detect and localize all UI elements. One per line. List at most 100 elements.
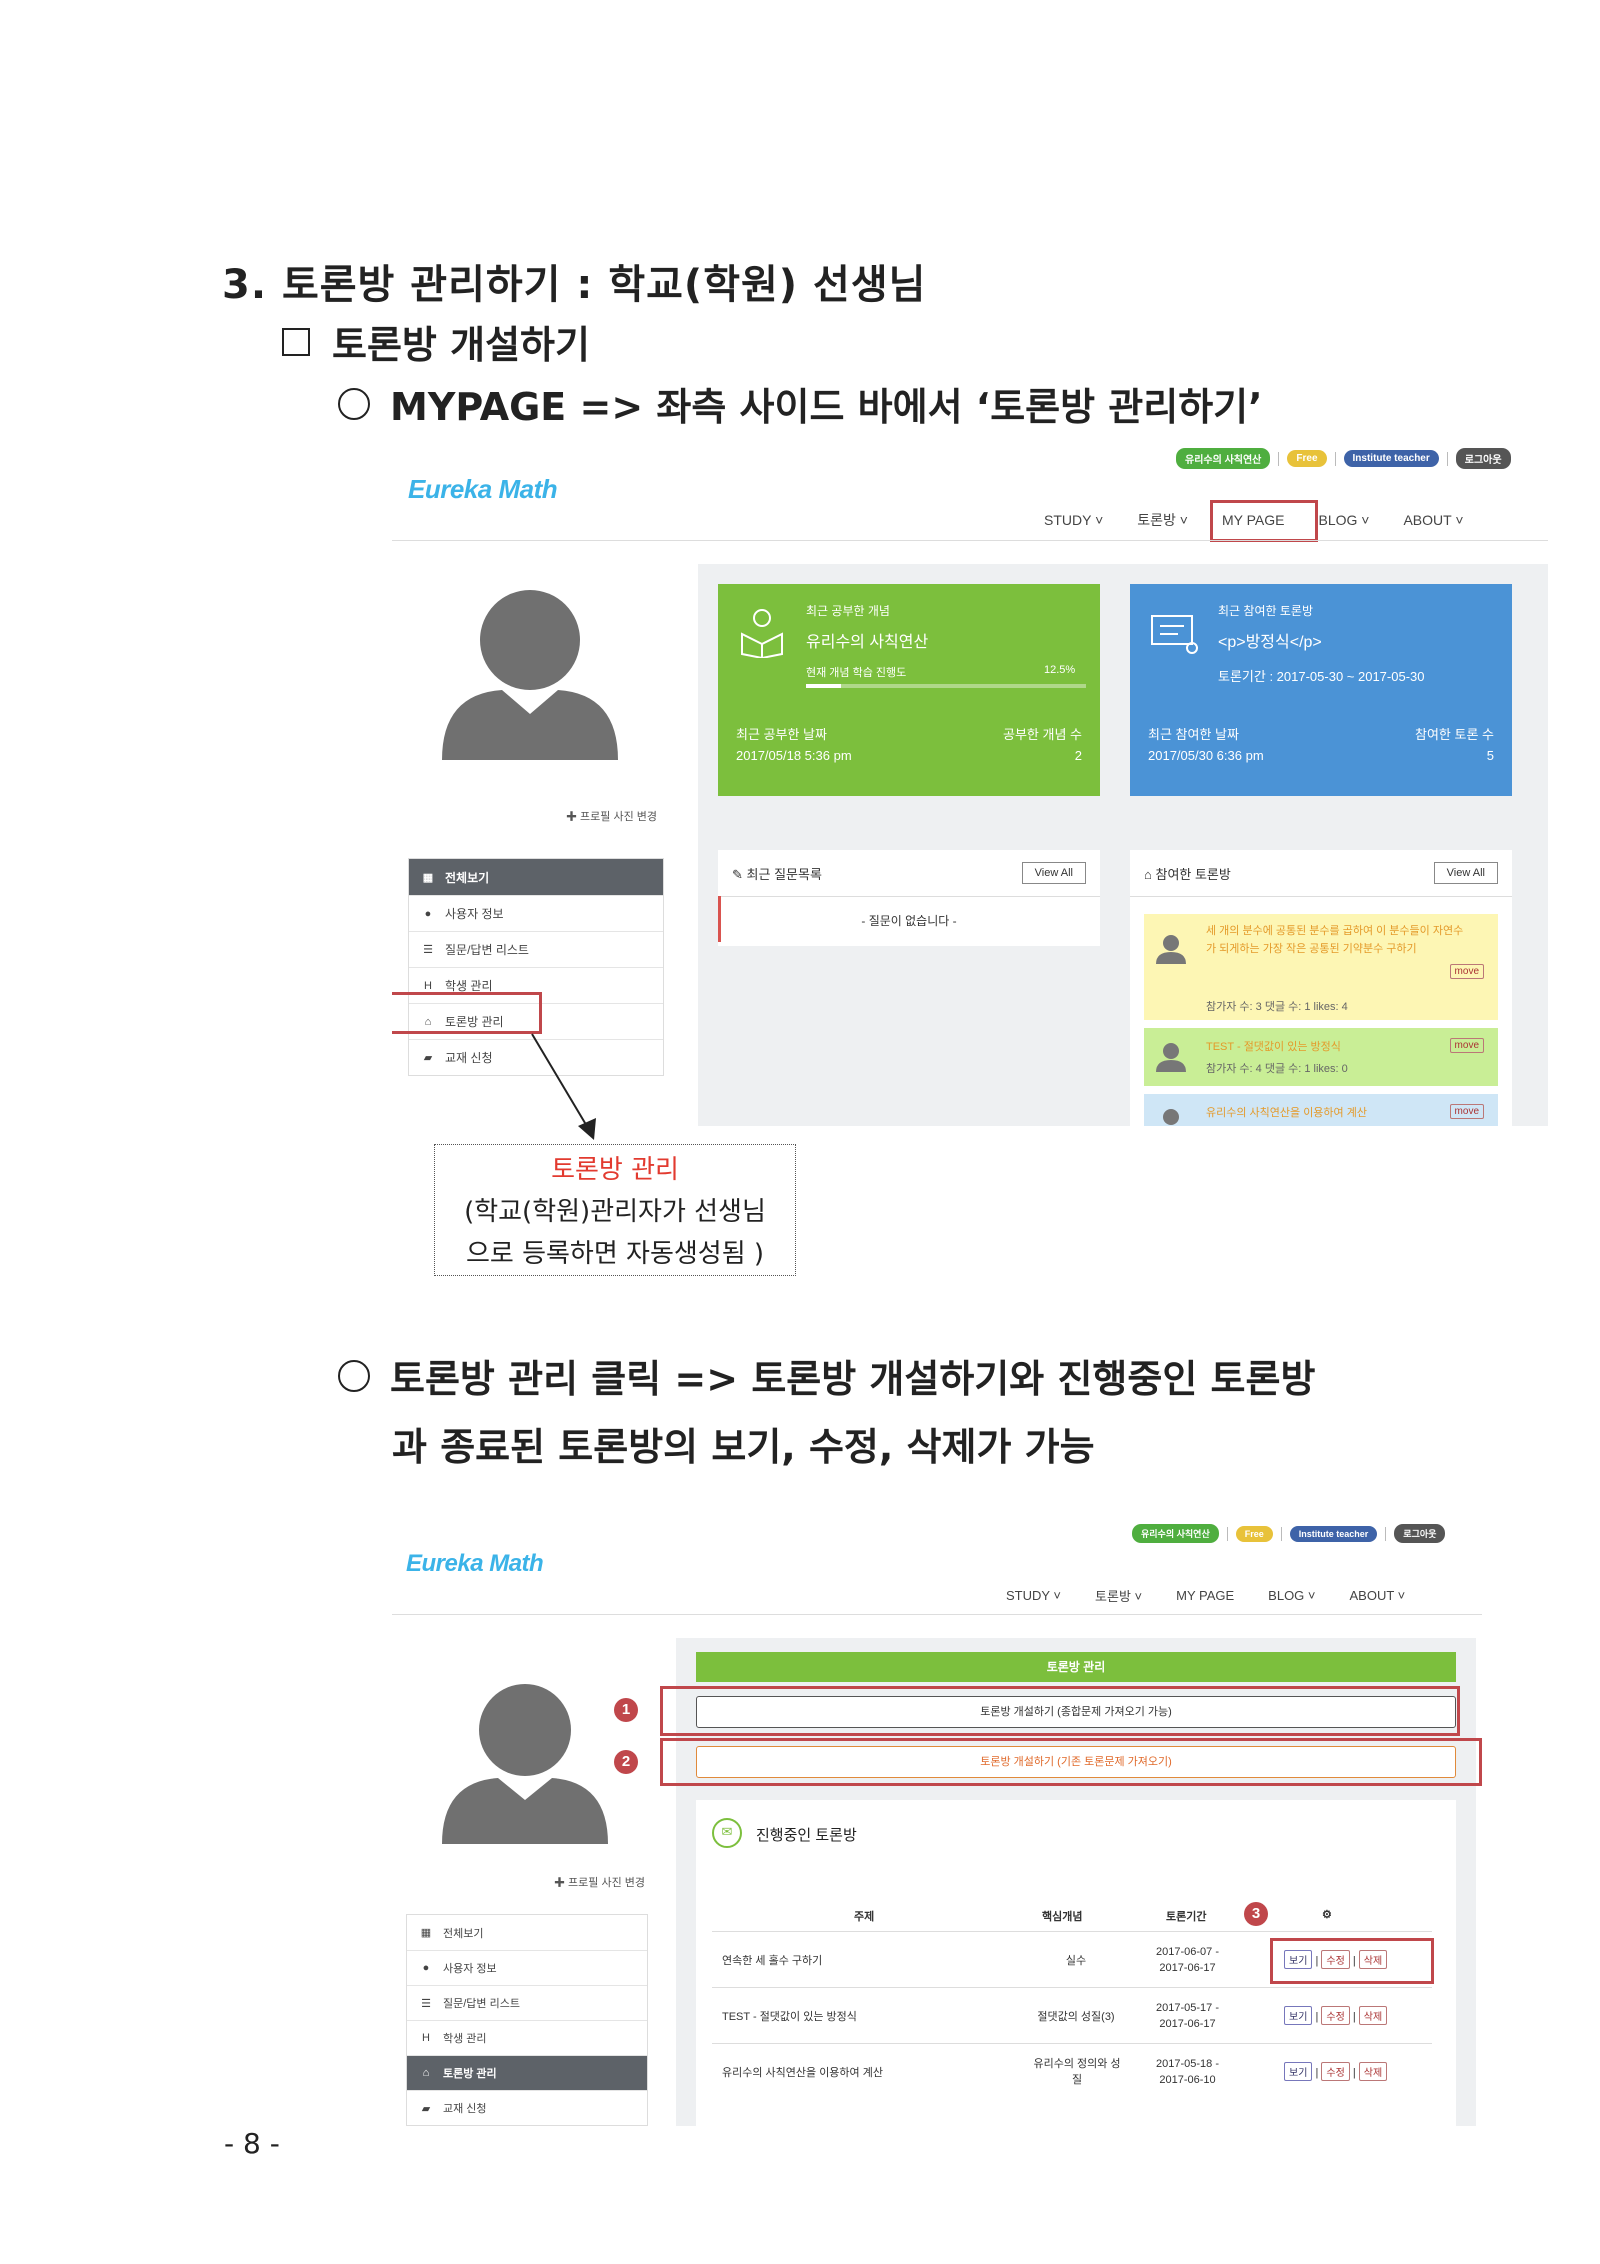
delete-button[interactable]: 삭제 (1358, 2062, 1388, 2081)
concept-pill[interactable]: 유리수의 사칙연산 (1132, 1524, 1219, 1543)
step2-line2: 과 종료된 토론방의 보기, 수정, 삭제가 가능 (392, 1425, 1095, 1469)
grid-icon: ▦ (422, 871, 434, 884)
section-heading: 3. 토론방 관리하기 : 학교(학원) 선생님 (222, 262, 927, 308)
nav-discussion[interactable]: 토론방 ˅ (1137, 510, 1188, 530)
sidebar-item-all[interactable]: ▦ 전체보기 (409, 859, 663, 895)
gear-icon: ⚙ (1322, 1909, 1332, 1921)
sub-heading: 토론방 개설하기 (282, 314, 590, 369)
list-item[interactable]: 세 개의 분수에 공통된 분수를 곱하여 이 분수들이 자연수가 되게하는 가장… (1144, 914, 1498, 1020)
move-button[interactable]: move (1449, 964, 1484, 979)
note-box: 토론방 관리 (학교(학원)관리자가 선생님 으로 등록하면 자동생성됨 ) (434, 1144, 796, 1276)
highlight-mypage (1210, 500, 1318, 542)
note-title: 토론방 관리 (551, 1155, 679, 1185)
move-button[interactable]: move (1449, 1104, 1484, 1119)
screenshot-mypage: Eureka Math 유리수의 사칙연산 Free Institute tea… (392, 440, 1548, 1126)
site-logo[interactable]: Eureka Math (406, 1550, 544, 1578)
nav-about[interactable]: ABOUT ˅ (1350, 1588, 1406, 1603)
nav-study[interactable]: STUDY ˅ (1044, 512, 1103, 528)
highlight-create-2 (660, 1738, 1482, 1786)
progress-fill (806, 684, 841, 688)
bank-icon: ⌂ (422, 2067, 430, 2079)
user-icon (1156, 1043, 1186, 1072)
user-icon: ● (422, 1962, 430, 1974)
marker-3: 3 (1244, 1902, 1268, 1926)
list-item[interactable]: 유리수의 사칙연산을 이용하여 계산 move (1144, 1094, 1498, 1126)
circle-bullet-icon (338, 387, 370, 420)
grid-icon: ▦ (420, 1927, 432, 1939)
move-button[interactable]: move (1449, 1038, 1484, 1053)
user-icon (1163, 1109, 1179, 1125)
nav-blog[interactable]: BLOG ˅ (1319, 512, 1370, 528)
main-nav: STUDY ˅ 토론방 ˅ MY PAGE BLOG ˅ ABOUT ˅ (1006, 1586, 1439, 1605)
nav-study[interactable]: STUDY ˅ (1006, 1588, 1061, 1603)
free-pill: Free (1235, 1525, 1273, 1542)
nav-mypage[interactable]: MY PAGE (1176, 1588, 1234, 1603)
view-button[interactable]: 보기 (1284, 2006, 1313, 2025)
list-icon: ☰ (421, 1997, 431, 2010)
card-recent-discussion[interactable]: 최근 참여한 토론방 <p>방정식</p> 토론기간 : 2017-05-30 … (1130, 584, 1512, 796)
sidebar-item-qna[interactable]: ☰ 질문/답변 리스트 (407, 1985, 647, 2020)
delete-button[interactable]: 삭제 (1358, 2006, 1388, 2025)
chat-icon: ✉ (712, 1818, 742, 1848)
note-line1: (학교(학원)관리자가 선생님 (464, 1197, 766, 1227)
card-recent-concept[interactable]: 최근 공부한 개념 유리수의 사칙연산 현재 개념 학습 진행도 12.5% 최… (718, 584, 1100, 796)
step1-text: MYPAGE => 좌측 사이드 바에서 ‘토론방 관리하기’ (390, 385, 1263, 429)
arrow-pointer (531, 1033, 596, 1140)
nav-blog[interactable]: BLOG ˅ (1268, 1588, 1315, 1603)
nav-discussion[interactable]: 토론방 ˅ (1095, 1586, 1142, 1605)
h-icon: H (422, 2032, 430, 2044)
free-pill: Free (1287, 450, 1327, 467)
sidebar-item-user-info[interactable]: ● 사용자 정보 (409, 895, 663, 931)
sub-heading-text: 토론방 개설하기 (332, 323, 590, 367)
marker-1: 1 (614, 1698, 638, 1722)
table-row[interactable]: 유리수의 사칙연산을 이용하여 계산 유리수의 정의와 성질 2017-05-1… (712, 2044, 1432, 2100)
sidebar-item-qna[interactable]: ☰ 질문/답변 리스트 (409, 931, 663, 967)
step2-heading: 토론방 관리 클릭 => 토론방 개설하기와 진행중인 토론방 (338, 1348, 1315, 1403)
user-icon (1156, 935, 1186, 964)
presentation-icon (1151, 615, 1198, 654)
top-pills: 유리수의 사칙연산 Free Institute teacher 로그아웃 (1176, 448, 1511, 469)
page-number: - 8 - (224, 2127, 280, 2160)
avatar (442, 590, 618, 760)
role-pill: Institute teacher (1289, 1525, 1378, 1542)
ongoing-title: 진행중인 토론방 (756, 1827, 857, 1844)
marker-2: 2 (614, 1750, 638, 1774)
checkbox-square-icon (282, 327, 310, 356)
user-icon: ● (424, 907, 432, 920)
sidebar-menu: ▦ 전체보기 ● 사용자 정보 ☰ 질문/답변 리스트 H 학생 관리 ⌂ 토론방 관리 … (406, 1914, 648, 2126)
sidebar-item-discussion-admin[interactable]: ⌂ 토론방 관리 (407, 2055, 647, 2090)
ongoing-rooms-table: 주제 핵심개념 토론기간 ⚙ 연속한 세 홀수 구하기 실수 2017-06-0… (712, 1896, 1432, 2100)
screenshot-discussion-admin: Eureka Math 유리수의 사칙연산 Free Institute tea… (392, 1516, 1482, 2126)
concept-pill[interactable]: 유리수의 사칙연산 (1176, 448, 1271, 469)
list-item[interactable]: TEST - 절댓값이 있는 방정식 참가자 수: 4 댓글 수: 1 like… (1144, 1028, 1498, 1086)
profile-photo-link[interactable]: ✚ 프로필 사진 변경 (554, 1874, 645, 1890)
circle-bullet-icon (338, 1359, 370, 1392)
rooms-view-all-button[interactable]: View All (1433, 862, 1498, 884)
nav-about[interactable]: ABOUT ˅ (1403, 512, 1463, 528)
recent-questions-panel: ✎ 최근 질문목록 View All - 질문이 없습니다 - (718, 850, 1100, 946)
highlight-discussion-admin (392, 992, 542, 1034)
sidebar-item-all[interactable]: ▦ 전체보기 (407, 1915, 647, 1950)
highlight-create-1 (660, 1686, 1460, 1736)
table-header: 주제 핵심개념 토론기간 ⚙ (712, 1896, 1432, 1932)
sidebar-item-students[interactable]: H 학생 관리 (407, 2020, 647, 2055)
sidebar-item-textbook[interactable]: ▰ 교재 신청 (407, 2090, 647, 2125)
step1-heading: MYPAGE => 좌측 사이드 바에서 ‘토론방 관리하기’ (338, 376, 1263, 431)
avatar (442, 1684, 608, 1844)
note-line2: 으로 등록하면 자동생성됨 ) (465, 1239, 765, 1269)
highlight-actions (1270, 1938, 1434, 1984)
table-row[interactable]: TEST - 절댓값이 있는 방정식 절댓값의 성질(3) 2017-05-17… (712, 1988, 1432, 2044)
book-icon: ▰ (423, 1052, 433, 1064)
logout-pill[interactable]: 로그아웃 (1394, 1524, 1446, 1543)
logout-pill[interactable]: 로그아웃 (1455, 448, 1511, 469)
list-icon: ☰ (423, 944, 433, 956)
questions-view-all-button[interactable]: View All (1021, 862, 1086, 884)
view-button[interactable]: 보기 (1284, 2062, 1313, 2081)
edit-button[interactable]: 수정 (1321, 2062, 1350, 2081)
progress-track (806, 684, 1086, 688)
site-logo[interactable]: Eureka Math (408, 474, 558, 505)
no-questions-text: - 질문이 없습니다 - (861, 914, 957, 928)
edit-button[interactable]: 수정 (1321, 2006, 1350, 2025)
sidebar-item-user-info[interactable]: ● 사용자 정보 (407, 1950, 647, 1985)
profile-photo-link[interactable]: ✚ 프로필 사진 변경 (566, 808, 657, 824)
